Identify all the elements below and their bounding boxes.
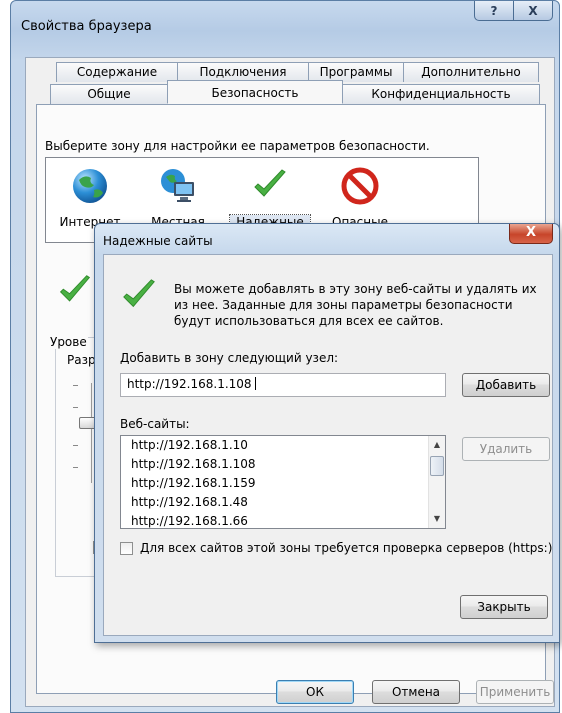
zone-internet[interactable]: Интернет (50, 166, 130, 229)
add-site-input-value: http://192.168.1.108 (127, 377, 252, 391)
trusted-sites-description: Вы можете добавлять в эту зону веб-сайты… (174, 282, 537, 328)
add-site-button[interactable]: Добавить (462, 373, 550, 397)
trusted-sites-body: Вы можете добавлять в эту зону веб-сайты… (103, 254, 553, 636)
tab-row-top: Содержание Подключения Программы Дополни… (56, 62, 539, 82)
trusted-check-icon (123, 279, 155, 308)
add-site-label: Добавить в зону следующий узел: (120, 351, 339, 365)
close-button[interactable]: X (513, 1, 553, 21)
zone-check-icon (59, 275, 91, 302)
zone-trusted-sites[interactable]: Надежные (229, 166, 311, 230)
scroll-thumb[interactable] (430, 456, 444, 476)
add-site-input[interactable]: http://192.168.1.108 (120, 373, 446, 397)
tab-row-bottom: Общие Безопасность Конфиденциальность (50, 80, 540, 104)
trusted-sites-title: Надежные сайты (103, 234, 213, 248)
tab-programs[interactable]: Программы (308, 62, 404, 82)
require-https-checkbox[interactable] (120, 542, 133, 555)
scroll-up-arrow-icon[interactable]: ▲ (429, 437, 445, 453)
local-intranet-icon (161, 169, 194, 202)
security-level-subtitle: Разр (67, 353, 96, 367)
remove-site-button[interactable]: Удалить (462, 437, 550, 461)
tab-privacy[interactable]: Конфиденциальность (342, 84, 540, 104)
scroll-down-arrow-icon[interactable]: ▼ (429, 511, 445, 527)
websites-label: Веб-сайты: (120, 417, 190, 431)
ok-button[interactable]: ОК (276, 680, 354, 704)
slider-tick (73, 467, 78, 468)
help-button[interactable]: ? (474, 1, 514, 21)
tab-connections[interactable]: Подключения (177, 62, 309, 82)
slider-tick (73, 407, 78, 408)
slider-tick (73, 445, 78, 446)
zone-prompt: Выберите зону для настройки ее параметро… (45, 139, 430, 153)
tab-general[interactable]: Общие (50, 84, 168, 104)
require-https-label: Для всех сайтов этой зоны требуется пров… (140, 541, 553, 555)
trusted-check-icon (254, 169, 286, 197)
websites-scrollbar[interactable]: ▲ ▼ (428, 436, 445, 528)
tab-content[interactable]: Содержание (56, 62, 178, 82)
zone-restricted-sites[interactable]: Опасные (320, 166, 400, 229)
trusted-sites-dialog: Надежные сайты X Вы можете добавлять в э… (94, 223, 560, 643)
list-item[interactable]: http://192.168.1.48 (121, 493, 445, 512)
security-level-title: Урове (49, 335, 88, 349)
cancel-button[interactable]: Отмена (372, 680, 460, 704)
list-item[interactable]: http://192.168.1.159 (121, 474, 445, 493)
trusted-sites-close-x[interactable]: X (509, 224, 553, 244)
close-dialog-button[interactable]: Закрыть (460, 595, 548, 619)
apply-button[interactable]: Применить (476, 680, 554, 704)
window-title: Свойства браузера (21, 19, 152, 34)
zone-local-intranet[interactable]: Местная (138, 166, 218, 229)
tab-security[interactable]: Безопасность (167, 80, 343, 104)
tab-advanced[interactable]: Дополнительно (403, 62, 539, 82)
slider-tick (73, 385, 78, 386)
list-item[interactable]: http://192.168.1.108 (121, 455, 445, 474)
list-item[interactable]: http://192.168.1.66 (121, 512, 445, 528)
text-caret (254, 377, 256, 390)
restricted-icon (341, 167, 379, 205)
globe-icon (73, 169, 107, 203)
title-buttons: ? X (474, 1, 553, 21)
websites-list[interactable]: http://192.168.1.10 http://192.168.1.108… (120, 435, 446, 529)
list-item[interactable]: http://192.168.1.10 (121, 436, 445, 455)
